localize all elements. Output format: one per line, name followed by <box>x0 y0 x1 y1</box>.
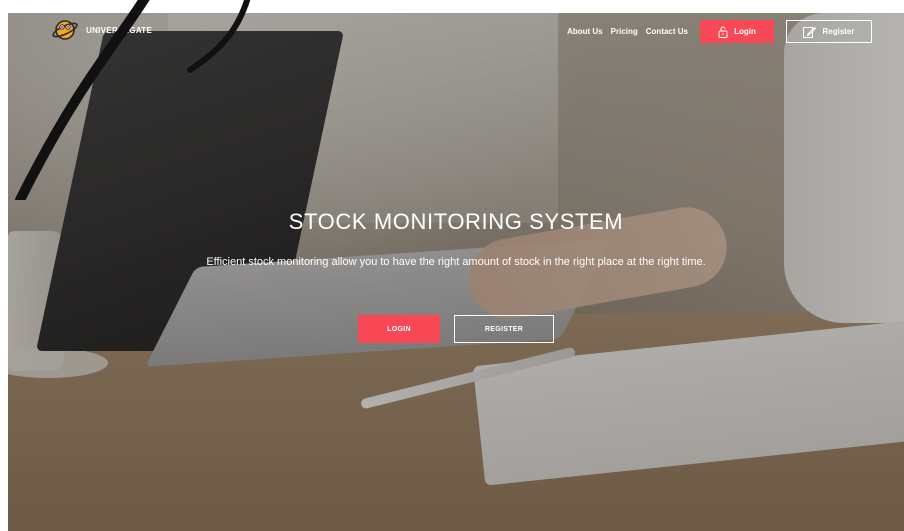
hero-actions: LOGIN REGISTER <box>8 315 904 343</box>
register-button-header[interactable]: Register <box>786 20 872 43</box>
background-overlay <box>8 13 904 531</box>
register-button-header-label: Register <box>822 27 855 36</box>
top-header: UNIVERSEGATE About Us Pricing Contact Us… <box>8 13 904 53</box>
edit-icon <box>803 26 817 38</box>
hero-subtitle: Efficient stock monitoring allow you to … <box>206 256 706 268</box>
hero-title: STOCK MONITORING SYSTEM <box>288 209 624 234</box>
main-nav: About Us Pricing Contact Us Login Regist… <box>567 20 872 43</box>
register-button[interactable]: REGISTER <box>454 315 554 343</box>
login-button-header-label: Login <box>734 27 756 36</box>
brand[interactable]: UNIVERSEGATE <box>52 17 152 43</box>
nav-link-contact[interactable]: Contact Us <box>646 27 688 36</box>
planet-logo-icon <box>52 17 78 43</box>
nav-link-pricing[interactable]: Pricing <box>611 27 638 36</box>
login-button-header[interactable]: Login <box>700 20 774 43</box>
lock-icon <box>718 26 728 38</box>
login-button[interactable]: LOGIN <box>358 315 440 343</box>
brand-name: UNIVERSEGATE <box>86 25 153 35</box>
hero-background: UNIVERSEGATE About Us Pricing Contact Us… <box>8 13 904 531</box>
nav-link-about[interactable]: About Us <box>567 27 603 36</box>
hero: STOCK MONITORING SYSTEM Efficient stock … <box>8 209 904 272</box>
